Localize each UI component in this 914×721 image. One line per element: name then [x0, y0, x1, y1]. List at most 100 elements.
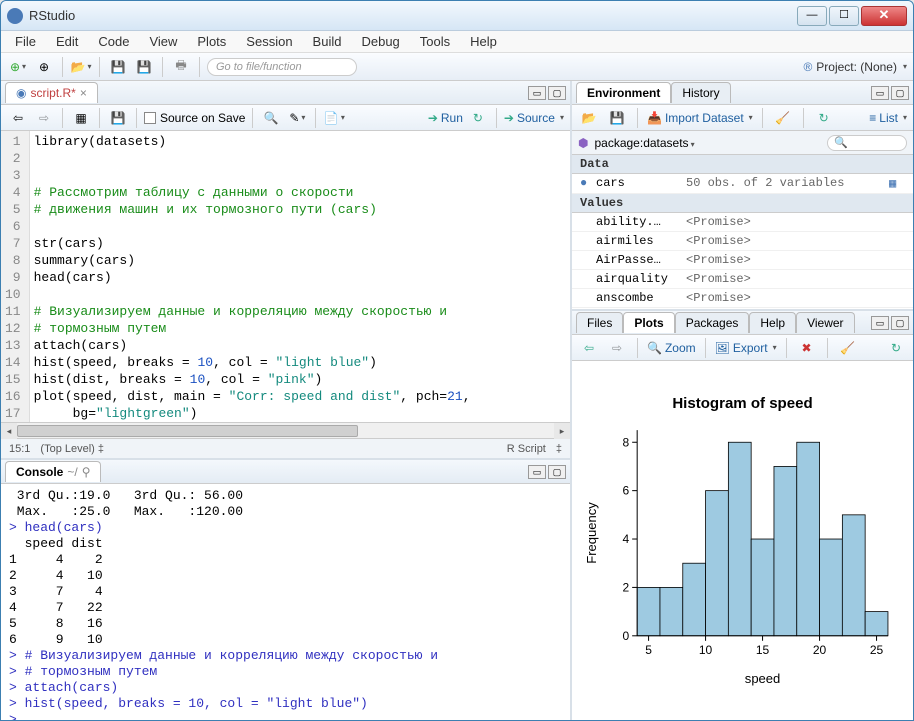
remove-plot-button[interactable]: ✖	[796, 337, 818, 359]
source-on-save-label: Source on Save	[160, 111, 245, 125]
open-file-button[interactable]: 📂▾	[70, 56, 92, 78]
app-icon	[7, 8, 23, 24]
cursor-pos: 15:1	[9, 443, 30, 455]
console-tabs: Console ~/ ⚲ ▭ ▢	[1, 460, 570, 484]
close-tab-icon[interactable]: ×	[80, 86, 87, 100]
tab-plots[interactable]: Plots	[623, 312, 674, 333]
wand-button[interactable]: ✎▾	[286, 107, 308, 129]
save-source-button[interactable]: 💾	[107, 107, 129, 129]
close-button[interactable]: ✕	[861, 6, 907, 26]
source-on-save-checkbox[interactable]	[144, 112, 156, 124]
forward-button[interactable]: ⇨	[33, 107, 55, 129]
console-menu-icon[interactable]: ⚲	[82, 465, 91, 479]
tab-viewer[interactable]: Viewer	[796, 312, 854, 333]
env-scope-bar: ⬢ package:datasets▾	[572, 131, 913, 155]
menu-edit[interactable]: Edit	[48, 32, 86, 51]
svg-text:25: 25	[870, 643, 884, 657]
plot-prev-button[interactable]: ⇦	[578, 337, 600, 359]
source-tab[interactable]: ◉ script.R* ×	[5, 82, 98, 103]
console-minimize-button[interactable]: ▭	[528, 465, 546, 479]
zoom-button[interactable]: 🔍 Zoom	[647, 341, 696, 355]
source-toolbar: ⇦ ⇨ ▦ 💾 Source on Save 🔍 ✎▾ 📄▾ ➔Run	[1, 105, 570, 131]
rerun-button[interactable]: ↻	[467, 107, 489, 129]
svg-text:5: 5	[645, 643, 652, 657]
new-project-button[interactable]: ⊕	[33, 56, 55, 78]
plot-next-button[interactable]: ⇨	[606, 337, 628, 359]
import-dataset-button[interactable]: 📥 Import Dataset▾	[647, 111, 753, 125]
source-tabs: ◉ script.R* × ▭ ▢	[1, 81, 570, 105]
svg-text:15: 15	[756, 643, 770, 657]
source-tab-label: script.R*	[30, 86, 75, 100]
env-toolbar: 📂 💾 📥 Import Dataset▾ 🧹 ↻ ≡ List▾	[572, 105, 913, 131]
refresh-env-button[interactable]: ↻	[813, 107, 835, 129]
save-all-button[interactable]: 💾	[133, 56, 155, 78]
run-button[interactable]: ➔Run	[428, 111, 463, 125]
goto-file-input[interactable]: Go to file/function	[207, 58, 357, 76]
menu-session[interactable]: Session	[238, 32, 300, 51]
console-maximize-button[interactable]: ▢	[548, 465, 566, 479]
env-search-input[interactable]	[827, 135, 907, 151]
svg-text:10: 10	[699, 643, 713, 657]
source-statusbar: 15:1 (Top Level) ‡ R Script ‡	[1, 438, 570, 458]
tab-files[interactable]: Files	[576, 312, 623, 333]
env-tab-environment[interactable]: Environment	[576, 82, 671, 103]
scope-selector[interactable]: (Top Level) ‡	[40, 443, 104, 455]
editor-h-scrollbar[interactable]: ◂ ▸	[1, 422, 570, 438]
clear-env-button[interactable]: 🧹	[772, 107, 794, 129]
titlebar: RStudio — ☐ ✕	[1, 1, 913, 31]
env-list[interactable]: Data●cars50 obs. of 2 variables▦Valuesab…	[572, 155, 913, 309]
save-button[interactable]: 💾	[107, 56, 129, 78]
svg-text:Frequency: Frequency	[584, 502, 599, 564]
source-minimize-button[interactable]: ▭	[528, 86, 546, 100]
source-button[interactable]: ➔Source▾	[504, 111, 564, 125]
main-toolbar: ⊕▾ ⊕ 📂▾ 💾 💾 🖶 Go to file/function ® Proj…	[1, 53, 913, 81]
menu-build[interactable]: Build	[305, 32, 350, 51]
svg-text:8: 8	[622, 435, 629, 449]
env-minimize-button[interactable]: ▭	[871, 86, 889, 100]
menu-file[interactable]: File	[7, 32, 44, 51]
plots-tabs: Files Plots Packages Help Viewer ▭ ▢	[572, 311, 913, 335]
plots-minimize-button[interactable]: ▭	[871, 316, 889, 330]
project-menu[interactable]: ® Project: (None) ▾	[803, 60, 907, 74]
env-view-mode[interactable]: ≡ List▾	[869, 111, 907, 125]
tab-help[interactable]: Help	[749, 312, 796, 333]
find-button[interactable]: 🔍	[260, 107, 282, 129]
svg-text:4: 4	[622, 532, 629, 546]
print-button[interactable]: 🖶	[170, 56, 192, 78]
env-tabs: Environment History ▭ ▢	[572, 81, 913, 105]
maximize-button[interactable]: ☐	[829, 6, 859, 26]
show-in-new-window-button[interactable]: ▦	[70, 107, 92, 129]
svg-text:Histogram of speed: Histogram of speed	[672, 395, 812, 412]
console-tab-label: Console	[16, 465, 63, 479]
svg-text:0: 0	[622, 629, 629, 643]
minimize-button[interactable]: —	[797, 6, 827, 26]
new-file-button[interactable]: ⊕▾	[7, 56, 29, 78]
plots-maximize-button[interactable]: ▢	[891, 316, 909, 330]
plot-area: Histogram of speed51015202502468speedFre…	[572, 361, 913, 720]
menu-tools[interactable]: Tools	[412, 32, 458, 51]
env-maximize-button[interactable]: ▢	[891, 86, 909, 100]
env-scope-select[interactable]: package:datasets▾	[594, 136, 694, 150]
env-tab-history[interactable]: History	[671, 82, 730, 103]
console-tab[interactable]: Console ~/ ⚲	[5, 461, 101, 482]
menu-code[interactable]: Code	[90, 32, 137, 51]
source-maximize-button[interactable]: ▢	[548, 86, 566, 100]
env-load-button[interactable]: 📂	[578, 107, 600, 129]
export-button[interactable]: 🖼 Export▾	[715, 341, 777, 355]
menu-help[interactable]: Help	[462, 32, 505, 51]
env-save-button[interactable]: 💾	[606, 107, 628, 129]
back-button[interactable]: ⇦	[7, 107, 29, 129]
menu-view[interactable]: View	[141, 32, 185, 51]
clear-plots-button[interactable]: 🧹	[837, 337, 859, 359]
refresh-plot-button[interactable]: ↻	[885, 337, 907, 359]
window-title: RStudio	[29, 8, 797, 23]
tab-packages[interactable]: Packages	[675, 312, 750, 333]
menu-debug[interactable]: Debug	[353, 32, 407, 51]
code-editor[interactable]: 123456789101112131415161718192021 librar…	[1, 131, 570, 422]
console-output[interactable]: 3rd Qu.:19.0 3rd Qu.: 56.00 Max. :25.0 M…	[1, 484, 570, 720]
svg-text:speed: speed	[745, 671, 781, 686]
menu-plots[interactable]: Plots	[189, 32, 234, 51]
svg-text:20: 20	[813, 643, 827, 657]
lang-label: R Script	[507, 443, 546, 455]
report-button[interactable]: 📄▾	[323, 107, 345, 129]
